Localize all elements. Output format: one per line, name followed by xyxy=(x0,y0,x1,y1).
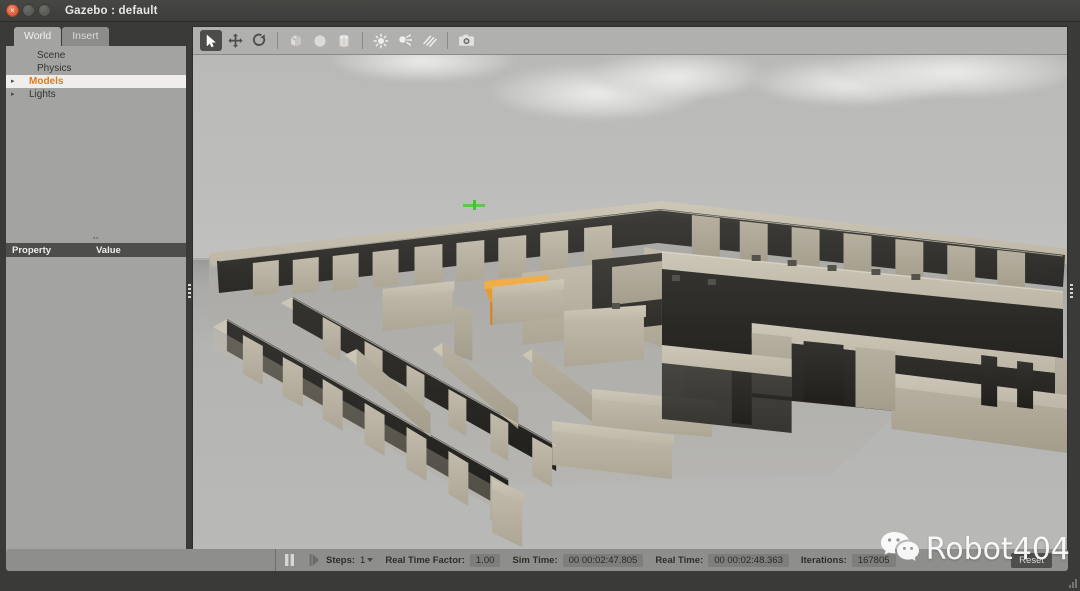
directional-light-icon[interactable] xyxy=(418,30,440,51)
spot-light-icon[interactable] xyxy=(394,30,416,51)
screenshot-camera-icon[interactable] xyxy=(455,30,477,51)
chevron-right-icon[interactable]: ▸ xyxy=(11,78,20,85)
select-arrow-icon[interactable] xyxy=(200,30,222,51)
real-time-factor-value: 1.00 xyxy=(469,553,501,567)
tab-world[interactable]: World xyxy=(14,27,62,46)
3d-viewport[interactable] xyxy=(193,55,1067,555)
window-title: Gazebo : default xyxy=(65,4,158,17)
real-time-factor-label: Real Time Factor: xyxy=(385,554,465,566)
title-bar: × Gazebo : default xyxy=(0,0,1080,22)
splitter-grip-icon xyxy=(1069,284,1073,298)
panel-horizontal-splitter[interactable]: ▪▪ xyxy=(6,234,186,243)
tree-item-label: Physics xyxy=(37,63,72,74)
rotate-icon[interactable] xyxy=(248,30,270,51)
minimize-button[interactable] xyxy=(22,4,35,17)
tree-item-label: Models xyxy=(29,76,64,87)
step-forward-icon[interactable] xyxy=(309,554,320,566)
real-time-label: Real Time: xyxy=(655,554,704,566)
gazebo-window: × Gazebo : default World Insert Scene Ph… xyxy=(0,0,1080,591)
toolbar-separator xyxy=(277,32,278,49)
tree-item-lights[interactable]: ▸ Lights xyxy=(6,88,186,101)
toolbar-separator xyxy=(447,32,448,49)
world-tree: Scene Physics ▸ Models ▸ Lights xyxy=(6,46,186,234)
real-time-value: 00 00:02:48.363 xyxy=(708,553,789,567)
playback-controls xyxy=(276,549,326,571)
insert-cylinder-icon[interactable] xyxy=(333,30,355,51)
toolbar-separator xyxy=(362,32,363,49)
sim-time-label: Sim Time: xyxy=(512,554,558,566)
point-light-icon[interactable] xyxy=(370,30,392,51)
translate-move-icon[interactable] xyxy=(224,30,246,51)
resize-grip[interactable] xyxy=(1065,576,1077,588)
tree-item-label: Scene xyxy=(37,50,66,61)
right-vertical-splitter[interactable] xyxy=(1068,26,1074,556)
tab-insert[interactable]: Insert xyxy=(62,27,109,46)
building-model[interactable] xyxy=(193,55,1067,555)
iterations-label: Iterations: xyxy=(800,554,847,566)
tree-item-models[interactable]: ▸ Models xyxy=(6,75,186,88)
window-controls: × xyxy=(0,4,51,17)
tree-item-scene[interactable]: Scene xyxy=(6,49,186,62)
splitter-grip-icon: ▪▪ xyxy=(93,235,99,242)
insert-sphere-icon[interactable] xyxy=(309,30,331,51)
chevron-right-icon[interactable]: ▸ xyxy=(11,91,20,98)
sim-time-value: 00 00:02:47.805 xyxy=(562,553,644,567)
pause-icon[interactable] xyxy=(284,554,295,566)
steps-value[interactable]: 1 xyxy=(360,555,365,566)
chevron-down-icon[interactable] xyxy=(367,558,374,562)
steps-label: Steps: xyxy=(326,554,356,566)
close-button[interactable]: × xyxy=(6,4,19,17)
status-bar-left-spacer xyxy=(6,549,276,571)
panel-tab-strip: World Insert xyxy=(6,26,186,46)
splitter-grip-icon xyxy=(187,284,191,298)
insert-box-icon[interactable] xyxy=(285,30,307,51)
maximize-button[interactable] xyxy=(38,4,51,17)
simulation-status-bar: Steps: 1 Real Time Factor: 1.00 Sim Time… xyxy=(6,549,1068,571)
column-header-property: Property xyxy=(12,244,52,256)
iterations-value: 167805 xyxy=(851,553,896,567)
property-table-body xyxy=(6,257,186,556)
column-header-value: Value xyxy=(96,244,121,256)
reset-button[interactable]: Reset xyxy=(1011,552,1052,568)
render-panel xyxy=(192,26,1068,556)
left-panel: World Insert Scene Physics ▸ Models ▸ Li… xyxy=(6,26,186,556)
property-table-header: Property Value xyxy=(6,243,186,257)
tree-item-label: Lights xyxy=(29,89,56,100)
tree-item-physics[interactable]: Physics xyxy=(6,62,186,75)
render-toolbar xyxy=(193,27,1067,55)
